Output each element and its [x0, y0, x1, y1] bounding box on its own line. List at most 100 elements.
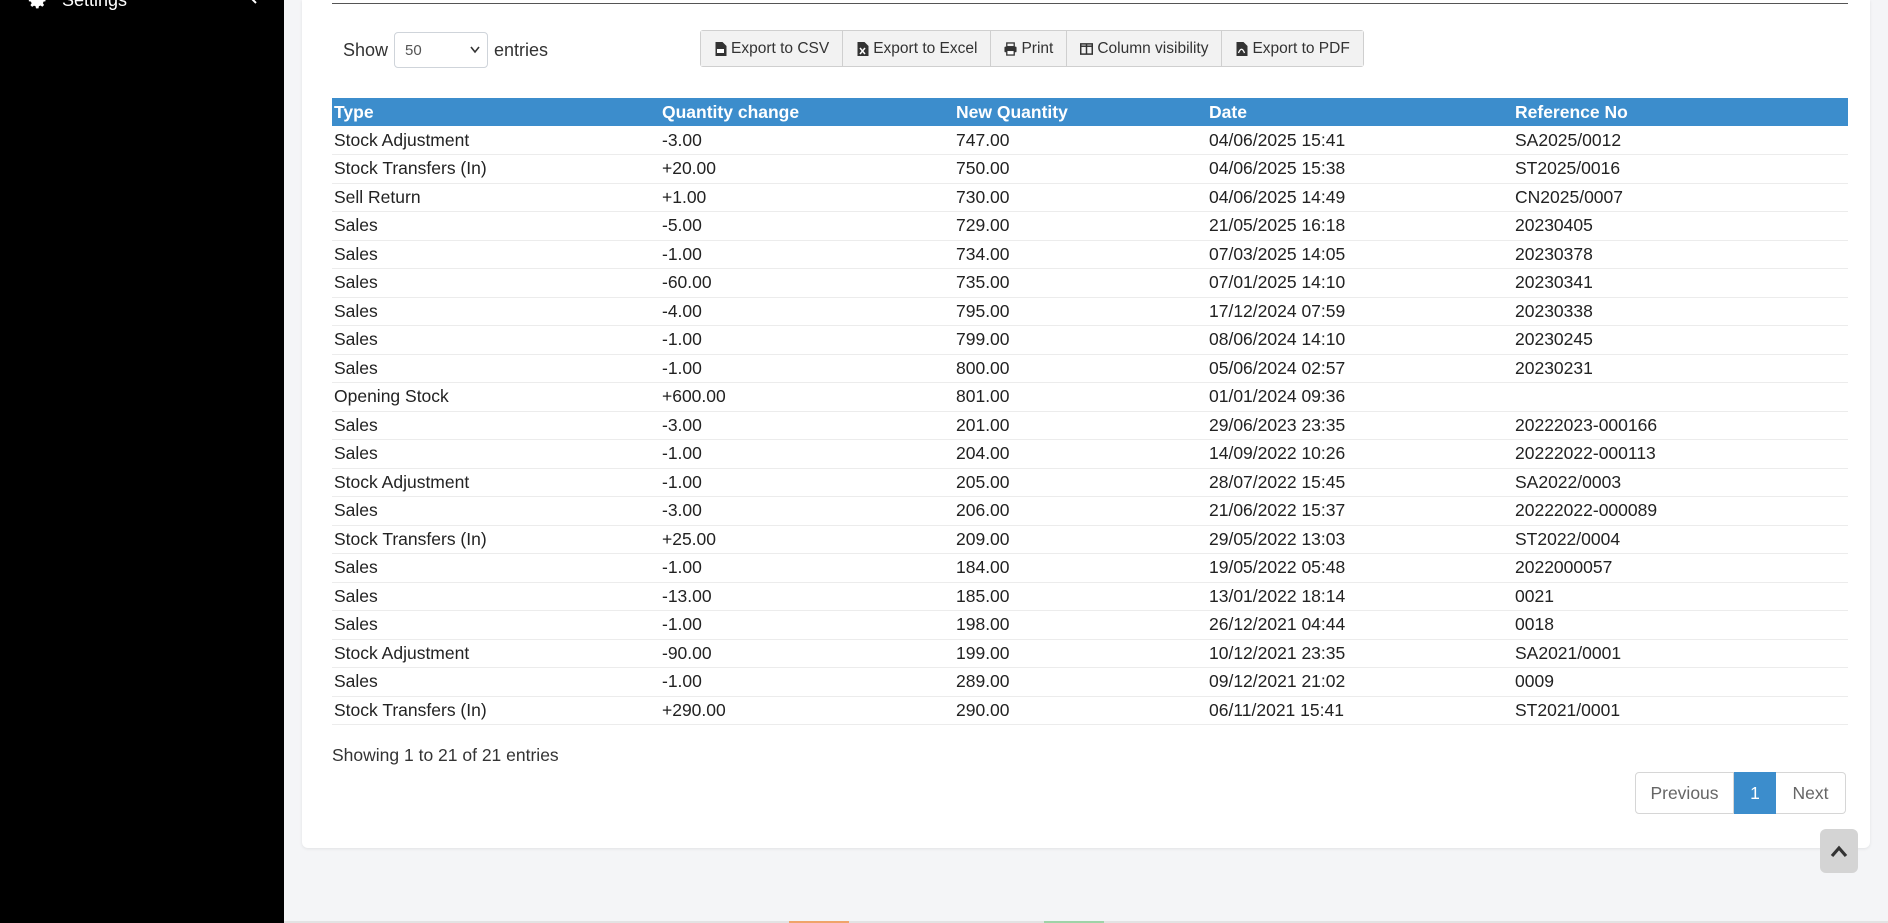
cell-new-quantity: 204.00 — [954, 439, 1207, 469]
cell-type: Sales — [332, 268, 660, 298]
cell-quantity-change: -1.00 — [660, 468, 954, 497]
table-row: Stock Adjustment -1.00 205.00 28/07/2022 15… — [332, 468, 1848, 497]
column-visibility-label: Column visibility — [1097, 39, 1209, 57]
cell-type: Stock Transfers (In) — [332, 154, 660, 184]
export-pdf-label: Export to PDF — [1252, 39, 1350, 57]
page-length-select-wrapper: 50 — [388, 32, 494, 68]
show-label: Show — [343, 39, 389, 60]
cell-date: 07/03/2025 14:05 — [1207, 240, 1513, 269]
chevron-up-icon — [1830, 845, 1848, 858]
cell-date: 08/06/2024 14:10 — [1207, 325, 1513, 355]
cell-new-quantity: 209.00 — [954, 525, 1207, 554]
table-row: Sales -60.00 735.00 07/01/2025 14:10 2023034… — [332, 268, 1848, 298]
cell-date: 17/12/2024 07:59 — [1207, 297, 1513, 326]
cell-date: 21/06/2022 15:37 — [1207, 496, 1513, 526]
cell-new-quantity: 735.00 — [954, 268, 1207, 298]
pagination: Previous 1 Next — [1635, 772, 1846, 814]
cell-quantity-change: +290.00 — [660, 696, 954, 725]
cell-quantity-change: -3.00 — [660, 126, 954, 155]
table-row: Stock Transfers (In) +20.00 750.00 04/06/20… — [332, 154, 1848, 184]
export-pdf-button[interactable]: Export to PDF — [1222, 31, 1363, 66]
cell-date: 19/05/2022 05:48 — [1207, 553, 1513, 583]
cell-reference-no: 20230341 — [1513, 268, 1848, 298]
cell-reference-no: ST2022/0004 — [1513, 525, 1848, 554]
print-button[interactable]: Print — [991, 31, 1068, 66]
cell-new-quantity: 184.00 — [954, 553, 1207, 583]
next-page-button[interactable]: Next — [1776, 772, 1846, 814]
cell-reference-no: 20230245 — [1513, 325, 1848, 355]
cell-quantity-change: -1.00 — [660, 439, 954, 469]
cell-quantity-change: +600.00 — [660, 382, 954, 412]
column-header-type[interactable]: Type — [332, 98, 660, 126]
cell-type: Sales — [332, 439, 660, 469]
export-csv-button[interactable]: Export to CSV — [701, 31, 844, 66]
cell-quantity-change: +25.00 — [660, 525, 954, 554]
cell-reference-no: 2022000057 — [1513, 553, 1848, 583]
column-visibility-button[interactable]: Column visibility — [1067, 31, 1223, 66]
stock-history-card: Show 50 entries Export to CSV Export to … — [302, 0, 1870, 848]
table-row: Sales -13.00 185.00 13/01/2022 18:14 0021 — [332, 582, 1848, 611]
table-row: Stock Adjustment -90.00 199.00 10/12/2021 2… — [332, 639, 1848, 668]
cell-date: 26/12/2021 04:44 — [1207, 610, 1513, 640]
cell-type: Stock Adjustment — [332, 126, 660, 155]
export-excel-button[interactable]: Export to Excel — [843, 31, 992, 66]
cell-type: Stock Transfers (In) — [332, 696, 660, 725]
cell-quantity-change: -1.00 — [660, 553, 954, 583]
table-row: Stock Transfers (In) +290.00 290.00 06/11/2… — [332, 696, 1848, 725]
cell-reference-no: CN2025/0007 — [1513, 183, 1848, 212]
cell-type: Sales — [332, 411, 660, 440]
cell-quantity-change: -1.00 — [660, 354, 954, 383]
gear-icon — [28, 0, 46, 9]
cell-reference-no: 20230378 — [1513, 240, 1848, 269]
cell-quantity-change: -3.00 — [660, 496, 954, 526]
export-button-group: Export to CSV Export to Excel Print Colu… — [700, 30, 1364, 67]
cell-reference-no: ST2021/0001 — [1513, 696, 1848, 725]
csv-file-icon — [715, 41, 727, 56]
cell-new-quantity: 750.00 — [954, 154, 1207, 184]
page-length-select[interactable]: 50 — [394, 32, 489, 68]
cell-date: 14/09/2022 10:26 — [1207, 439, 1513, 469]
cell-quantity-change: -1.00 — [660, 667, 954, 697]
table-row: Sales -1.00 198.00 26/12/2021 04:44 0018 — [332, 610, 1848, 640]
table-row: Sales -1.00 734.00 07/03/2025 14:05 20230378 — [332, 240, 1848, 269]
cell-type: Sales — [332, 240, 660, 269]
export-csv-label: Export to CSV — [731, 39, 830, 57]
cell-new-quantity: 205.00 — [954, 468, 1207, 497]
cell-new-quantity: 185.00 — [954, 582, 1207, 611]
column-header-reference-no[interactable]: Reference No — [1513, 98, 1848, 126]
page-1-button[interactable]: 1 — [1734, 772, 1776, 814]
table-row: Opening Stock +600.00 801.00 01/01/2024 09:… — [332, 382, 1848, 412]
cell-quantity-change: -90.00 — [660, 639, 954, 668]
column-header-quantity-change[interactable]: Quantity change — [660, 98, 954, 126]
cell-reference-no: 0018 — [1513, 610, 1848, 640]
cell-type: Sales — [332, 582, 660, 611]
cell-reference-no: 20222022-000089 — [1513, 496, 1848, 526]
table-row: Sales -3.00 206.00 21/06/2022 15:37 20222022… — [332, 496, 1848, 526]
print-label: Print — [1021, 39, 1054, 57]
cell-new-quantity: 734.00 — [954, 240, 1207, 269]
cell-reference-no: 20230338 — [1513, 297, 1848, 326]
cell-type: Sales — [332, 354, 660, 383]
cell-quantity-change: -1.00 — [660, 325, 954, 355]
cell-reference-no: 20222023-000166 — [1513, 411, 1848, 440]
cell-reference-no: 20222022-000113 — [1513, 439, 1848, 469]
cell-reference-no: 20230231 — [1513, 354, 1848, 383]
cell-new-quantity: 747.00 — [954, 126, 1207, 155]
previous-page-button[interactable]: Previous — [1635, 772, 1734, 814]
cell-type: Sales — [332, 496, 660, 526]
sidebar-item-label: Settings — [62, 0, 127, 11]
table-row: Sales -4.00 795.00 17/12/2024 07:59 20230338 — [332, 297, 1848, 326]
cell-date: 06/11/2021 15:41 — [1207, 696, 1513, 725]
column-header-new-quantity[interactable]: New Quantity — [954, 98, 1207, 126]
cell-date: 29/06/2023 23:35 — [1207, 411, 1513, 440]
cell-quantity-change: -3.00 — [660, 411, 954, 440]
cell-type: Sales — [332, 297, 660, 326]
table-body: Stock Adjustment -3.00 747.00 04/06/2025 15… — [332, 126, 1848, 725]
cell-type: Sales — [332, 610, 660, 640]
cell-new-quantity: 289.00 — [954, 667, 1207, 697]
pdf-file-icon — [1236, 41, 1248, 56]
scroll-to-top-button[interactable] — [1820, 829, 1858, 873]
column-header-date[interactable]: Date — [1207, 98, 1513, 126]
cell-reference-no: 20230405 — [1513, 211, 1848, 241]
sidebar-item-settings[interactable]: Settings — [28, 0, 268, 12]
